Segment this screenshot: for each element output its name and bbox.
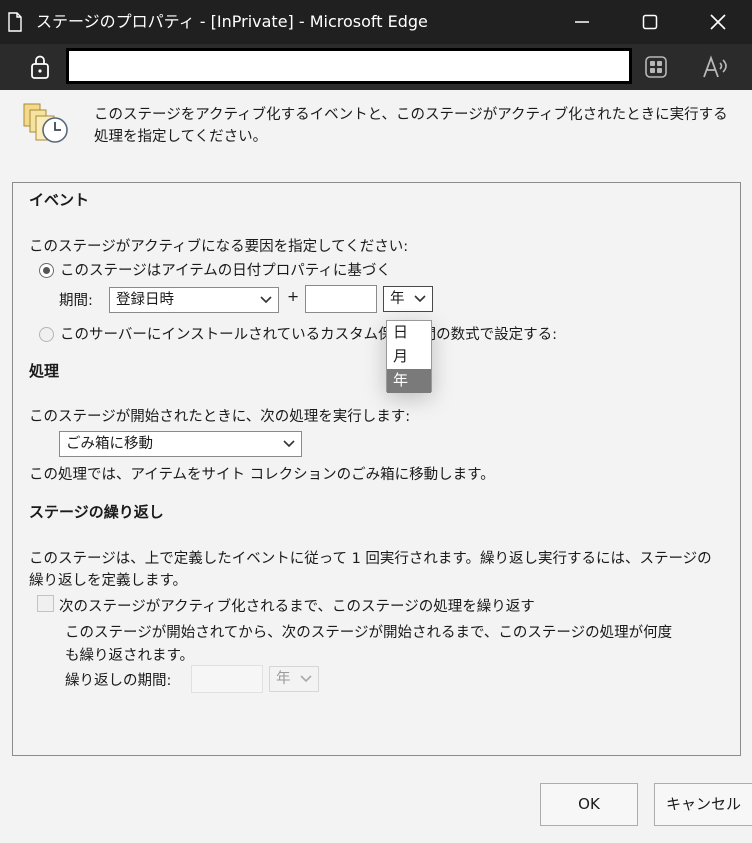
period-offset-input[interactable] <box>305 285 377 313</box>
date-property-select[interactable]: 登録日時 <box>109 287 279 313</box>
chevron-down-icon <box>300 675 312 683</box>
ok-button[interactable]: OK <box>540 783 638 826</box>
period-unit-select[interactable]: 年 <box>383 286 433 312</box>
address-bar <box>0 44 752 90</box>
app-available-icon[interactable] <box>644 55 668 79</box>
url-field[interactable] <box>66 48 632 84</box>
repeat-period-label: 繰り返しの期間: <box>65 673 172 689</box>
window-title: ステージのプロパティ - [InPrivate] - Microsoft Edg… <box>36 12 428 31</box>
repeat-period-input[interactable] <box>191 665 263 693</box>
settings-panel: イベント このステージがアクティブになる要因を指定してください: このステージは… <box>12 182 741 756</box>
custom-formula-radio-label: このサーバーにインストールされているカスタム保存期間の数式で設定する: <box>60 327 558 343</box>
period-unit-value: 年 <box>390 291 405 307</box>
custom-formula-radio[interactable] <box>39 327 54 342</box>
page-icon <box>8 12 22 32</box>
unit-option-year[interactable]: 年 <box>387 369 431 393</box>
recurrence-heading: ステージの繰り返し <box>29 503 164 521</box>
action-description: この処理では、アイテムをサイト コレクションのごみ箱に移動します。 <box>29 467 495 483</box>
plus-sign: + <box>287 289 300 305</box>
read-aloud-icon[interactable] <box>702 55 728 79</box>
recurrence-description-2: 繰り返しを定義します。 <box>29 573 188 589</box>
repeat-checkbox[interactable] <box>37 595 54 612</box>
maximize-icon <box>642 14 658 30</box>
repeat-unit-select[interactable]: 年 <box>269 666 319 692</box>
chevron-down-icon <box>283 440 295 448</box>
close-button[interactable] <box>684 0 752 44</box>
retention-stage-icon <box>23 103 68 143</box>
chevron-down-icon <box>414 295 426 303</box>
unit-option-month[interactable]: 月 <box>387 345 431 369</box>
repeat-checkbox-label: 次のステージがアクティブ化されるまで、このステージの処理を繰り返す <box>59 599 535 615</box>
action-prompt: このステージが開始されたときに、次の処理を実行します: <box>29 409 411 425</box>
unit-option-day[interactable]: 日 <box>387 321 431 345</box>
dialog-content: このステージをアクティブ化するイベントと、このステージがアクティブ化されたときに… <box>0 90 752 843</box>
repeat-sub-text-2: も繰り返されます。 <box>65 648 195 664</box>
event-prompt: このステージがアクティブになる要因を指定してください: <box>29 239 409 255</box>
intro-text: このステージをアクティブ化するイベントと、このステージがアクティブ化されたときに… <box>94 107 728 145</box>
date-property-radio[interactable] <box>39 263 54 278</box>
action-select[interactable]: ごみ箱に移動 <box>59 431 302 457</box>
date-property-value: 登録日時 <box>116 292 174 308</box>
minimize-icon <box>575 21 589 23</box>
period-label: 期間: <box>59 293 93 309</box>
cancel-button[interactable]: キャンセル <box>654 783 752 826</box>
action-heading: 処理 <box>29 362 60 380</box>
period-unit-dropdown: 日 月 年 <box>386 320 432 393</box>
maximize-button[interactable] <box>616 0 684 44</box>
close-icon <box>710 14 726 30</box>
date-property-radio-label: このステージはアイテムの日付プロパティに基づく <box>60 263 391 279</box>
recurrence-description-1: このステージは、上で定義したイベントに従って 1 回実行されます。繰り返し実行す… <box>29 551 712 567</box>
event-heading: イベント <box>29 191 90 209</box>
lock-icon[interactable] <box>28 53 52 81</box>
repeat-sub-text-1: このステージが開始されてから、次のステージが開始されるまで、このステージの処理が… <box>65 625 673 641</box>
repeat-unit-value: 年 <box>276 671 291 687</box>
action-value: ごみ箱に移動 <box>66 436 153 452</box>
title-bar: ステージのプロパティ - [InPrivate] - Microsoft Edg… <box>0 0 752 44</box>
minimize-button[interactable] <box>548 0 616 44</box>
chevron-down-icon <box>260 296 272 304</box>
